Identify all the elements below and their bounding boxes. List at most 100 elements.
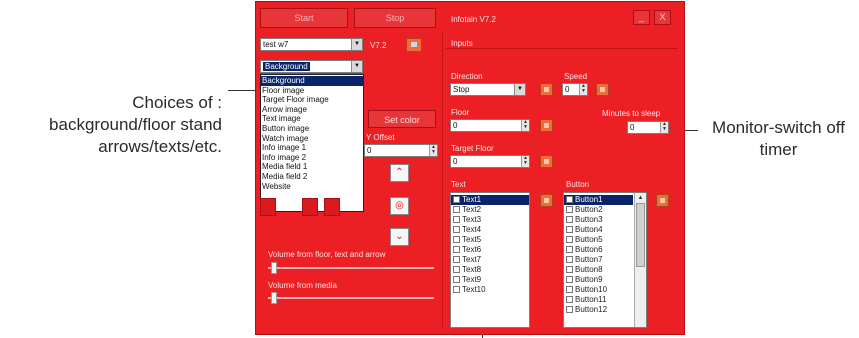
menu-item-media-field-2[interactable]: Media field 2 — [261, 172, 363, 182]
list-item[interactable]: Text10 — [451, 285, 529, 295]
speed-apply-button[interactable] — [596, 83, 609, 96]
checkbox-icon[interactable] — [566, 296, 573, 304]
right-annotation: Monitor-switch off timer — [698, 117, 859, 161]
checkbox-icon[interactable] — [566, 216, 573, 224]
volume-media-track — [268, 297, 434, 299]
direction-dropdown[interactable]: Stop ▼ — [450, 83, 526, 96]
spinner-arrows-icon[interactable]: ▲ ▼ — [660, 122, 668, 133]
speed-input[interactable]: 0 ▲ ▼ — [562, 83, 588, 96]
floor-input[interactable]: 0 ▲ ▼ — [450, 119, 530, 132]
version-button[interactable] — [406, 38, 422, 52]
y-offset-value: 0 — [367, 146, 372, 155]
spinner-arrows-icon[interactable]: ▲ ▼ — [579, 84, 587, 95]
chevron-down-icon: ▼ — [351, 39, 362, 50]
button-list[interactable]: Button1 Button2 Button3 Button4 Button5 … — [563, 192, 647, 328]
checkbox-icon[interactable] — [566, 196, 573, 204]
floor-value: 0 — [453, 121, 458, 130]
button-apply-button[interactable] — [656, 194, 669, 207]
right-annotation-line-1: Monitor-switch off — [712, 118, 845, 137]
align-right-button[interactable] — [324, 198, 340, 216]
image-type-dropdown[interactable]: Background ▼ — [260, 60, 363, 73]
list-item[interactable]: Text1 — [451, 195, 529, 205]
checkbox-icon[interactable] — [566, 246, 573, 254]
y-offset-input[interactable]: 0 ▲ ▼ — [364, 144, 438, 157]
checkbox-icon[interactable] — [453, 196, 460, 204]
menu-item-info-image-2[interactable]: Info image 2 — [261, 153, 363, 163]
close-button[interactable]: X — [654, 10, 671, 25]
scroll-up-icon[interactable]: ▲ — [635, 193, 646, 203]
menu-item-background[interactable]: Background — [261, 76, 363, 86]
checkbox-icon[interactable] — [566, 306, 573, 314]
align-center-button[interactable] — [302, 198, 318, 216]
volume-floor-label: Volume from floor, text and arrow — [268, 250, 386, 259]
list-item[interactable]: Text9 — [451, 275, 529, 285]
y-offset-label: Y Offset — [366, 133, 395, 142]
center-button[interactable]: ◎ — [390, 197, 409, 215]
image-type-dropdown-value: Background — [263, 62, 310, 71]
checkbox-icon[interactable] — [453, 216, 460, 224]
minimize-button[interactable]: _ — [633, 10, 650, 25]
checkbox-icon[interactable] — [566, 236, 573, 244]
list-item[interactable]: Button1 — [564, 195, 633, 205]
menu-item-text-image[interactable]: Text image — [261, 114, 363, 124]
scrollbar-thumb[interactable] — [636, 203, 645, 267]
set-color-button[interactable]: Set color — [368, 110, 436, 128]
menu-item-watch-image[interactable]: Watch image — [261, 134, 363, 144]
checkbox-icon[interactable] — [566, 226, 573, 234]
checkbox-icon[interactable] — [453, 236, 460, 244]
list-item[interactable]: Text3 — [451, 215, 529, 225]
menu-item-media-field-1[interactable]: Media field 1 — [261, 162, 363, 172]
start-button[interactable]: Start — [260, 8, 348, 28]
checkbox-icon[interactable] — [453, 246, 460, 254]
chevron-down-icon: ▼ — [514, 84, 525, 95]
text-label: Text — [451, 180, 466, 189]
volume-floor-track — [268, 267, 434, 269]
list-item[interactable]: Text7 — [451, 255, 529, 265]
checkbox-icon[interactable] — [566, 276, 573, 284]
text-apply-button[interactable] — [540, 194, 553, 207]
menu-item-button-image[interactable]: Button image — [261, 124, 363, 134]
checkbox-icon[interactable] — [453, 226, 460, 234]
checkbox-icon[interactable] — [453, 286, 460, 294]
menu-item-arrow-image[interactable]: Arrow image — [261, 105, 363, 115]
checkbox-icon[interactable] — [566, 266, 573, 274]
version-label: V7.2 — [370, 41, 387, 50]
config-dropdown[interactable]: test w7 ▼ — [260, 38, 363, 51]
list-item[interactable]: Text8 — [451, 265, 529, 275]
menu-item-target-floor-image[interactable]: Target Floor image — [261, 95, 363, 105]
move-up-button[interactable]: ⌃ — [390, 164, 409, 182]
menu-item-website[interactable]: Website — [261, 182, 363, 192]
direction-apply-button[interactable] — [540, 83, 553, 96]
checkbox-icon[interactable] — [453, 266, 460, 274]
list-item[interactable]: Text4 — [451, 225, 529, 235]
menu-item-floor-image[interactable]: Floor image — [261, 86, 363, 96]
checkbox-icon[interactable] — [566, 286, 573, 294]
spinner-arrows-icon[interactable]: ▲ ▼ — [521, 120, 529, 131]
checkbox-icon[interactable] — [566, 256, 573, 264]
menu-item-info-image-1[interactable]: Info image 1 — [261, 143, 363, 153]
target-floor-label: Target Floor — [451, 144, 494, 153]
checkbox-icon[interactable] — [453, 276, 460, 284]
left-annotation: Choices of : background/floor stand arro… — [0, 92, 222, 158]
target-floor-apply-button[interactable] — [540, 155, 553, 168]
checkbox-icon[interactable] — [453, 206, 460, 214]
target-floor-input[interactable]: 0 ▲ ▼ — [450, 155, 530, 168]
spinner-arrows-icon[interactable]: ▲ ▼ — [429, 145, 437, 156]
volume-floor-slider[interactable] — [271, 262, 277, 274]
align-left-button[interactable] — [260, 198, 276, 216]
checkbox-icon[interactable] — [453, 256, 460, 264]
target-icon: ◎ — [395, 200, 404, 211]
list-item[interactable]: Text2 — [451, 205, 529, 215]
button-list-scrollbar[interactable]: ▲ — [634, 193, 646, 327]
minutes-to-sleep-input[interactable]: 0 ▲ ▼ — [627, 121, 669, 134]
floor-apply-button[interactable] — [540, 119, 553, 132]
stop-button[interactable]: Stop — [354, 8, 436, 28]
spinner-arrows-icon[interactable]: ▲ ▼ — [521, 156, 529, 167]
left-annotation-line-2: background/floor stand — [49, 115, 222, 134]
text-list[interactable]: Text1 Text2 Text3 Text4 Text5 Text6 Text… — [450, 192, 530, 328]
list-item[interactable]: Text6 — [451, 245, 529, 255]
volume-media-slider[interactable] — [271, 292, 277, 304]
move-down-button[interactable]: ⌄ — [390, 228, 409, 246]
checkbox-icon[interactable] — [566, 206, 573, 214]
list-item[interactable]: Text5 — [451, 235, 529, 245]
